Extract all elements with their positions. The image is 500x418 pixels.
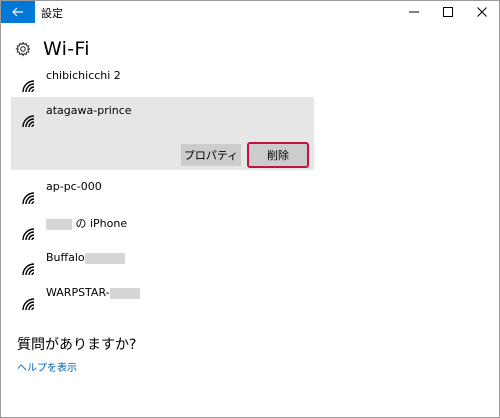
page-title: Wi-Fi bbox=[43, 38, 90, 60]
maximize-button[interactable] bbox=[431, 1, 465, 23]
delete-button[interactable]: 削除 bbox=[247, 142, 309, 168]
network-name-suffix: の iPhone bbox=[75, 217, 128, 230]
help-link[interactable]: ヘルプを表示 bbox=[17, 359, 77, 374]
selected-network-panel[interactable]: atagawa-prince プロパティ 削除 bbox=[11, 97, 314, 170]
network-name: chibichicchi 2 bbox=[46, 69, 121, 82]
help-heading: 質問がありますか? bbox=[17, 337, 137, 353]
network-name-prefix: WARPSTAR- bbox=[46, 286, 110, 299]
back-button[interactable] bbox=[1, 1, 35, 23]
network-name: ap-pc-000 bbox=[46, 180, 102, 193]
maximize-icon bbox=[443, 7, 453, 17]
properties-button[interactable]: プロパティ bbox=[181, 144, 241, 166]
network-name: WARPSTAR- bbox=[46, 286, 140, 299]
settings-window: 設定 Wi-Fi chibichicchi 2 atagawa-prince プ… bbox=[0, 0, 500, 418]
wifi-icon bbox=[22, 298, 35, 311]
network-name: Buffalo bbox=[46, 251, 125, 264]
redacted-text bbox=[109, 287, 140, 299]
network-name: atagawa-prince bbox=[46, 104, 132, 117]
wifi-icon bbox=[22, 80, 35, 93]
minimize-button[interactable] bbox=[397, 1, 431, 23]
page-header: Wi-Fi bbox=[15, 36, 90, 62]
network-item[interactable]: Buffalo bbox=[1, 247, 331, 287]
redacted-text bbox=[84, 252, 125, 264]
close-button[interactable] bbox=[465, 1, 499, 23]
wifi-icon bbox=[22, 263, 35, 276]
arrow-left-icon bbox=[12, 7, 23, 17]
network-name: の iPhone bbox=[46, 215, 127, 231]
wifi-icon bbox=[22, 192, 35, 205]
close-icon bbox=[477, 7, 487, 17]
title-bar: 設定 bbox=[1, 1, 499, 23]
wifi-icon bbox=[22, 115, 35, 128]
network-name-prefix: Buffalo bbox=[46, 251, 85, 264]
minimize-icon bbox=[409, 11, 419, 13]
gear-icon bbox=[15, 41, 31, 57]
network-item[interactable]: の iPhone bbox=[1, 212, 331, 252]
network-item[interactable]: ap-pc-000 bbox=[1, 177, 331, 217]
redacted-text bbox=[46, 218, 72, 230]
network-item[interactable]: WARPSTAR- bbox=[1, 284, 331, 324]
window-title: 設定 bbox=[41, 7, 63, 20]
wifi-icon bbox=[22, 228, 35, 241]
